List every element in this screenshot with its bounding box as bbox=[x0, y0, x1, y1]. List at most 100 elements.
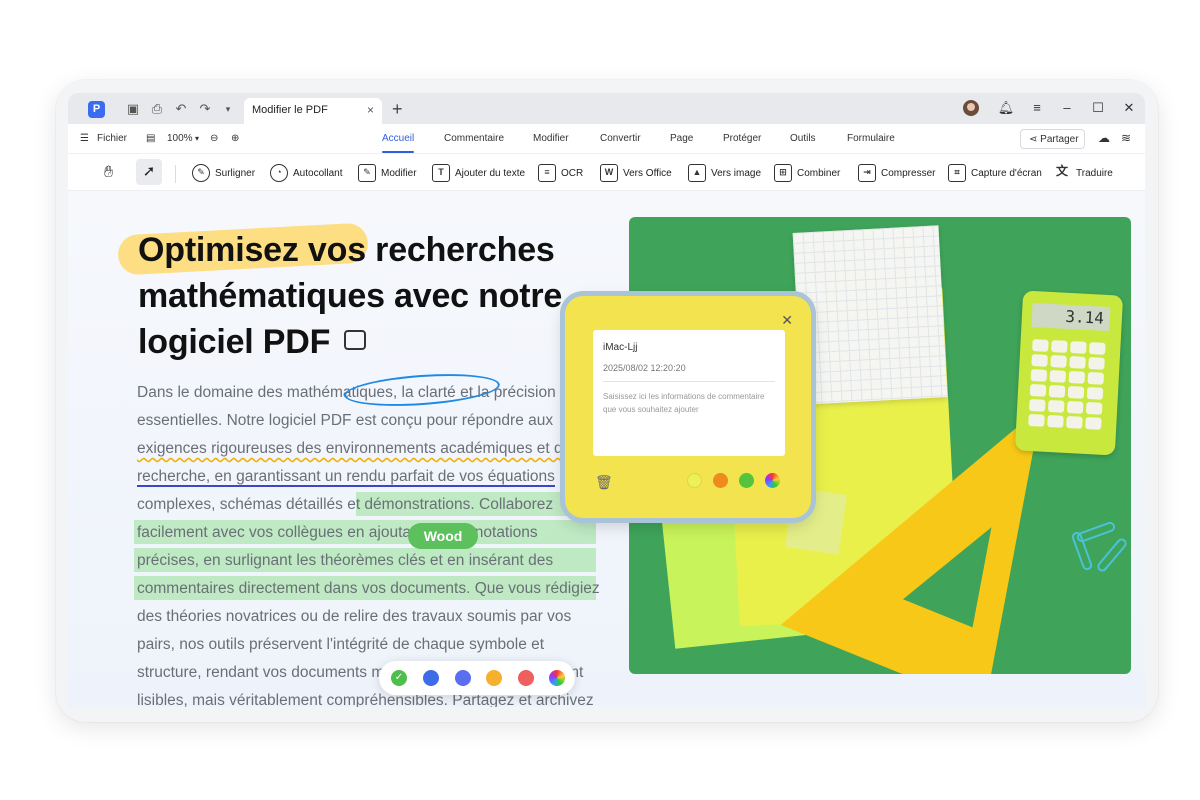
tool-add-text[interactable]: T Ajouter du texte bbox=[432, 163, 525, 183]
menu-bar: ☰ Fichier ▤ 100% ▾ ⊖ ⊕ Accueil Commentai… bbox=[68, 124, 1145, 154]
color-picker: ✓ bbox=[379, 661, 575, 695]
menu-icon[interactable]: ≡ bbox=[1028, 100, 1046, 115]
combine-icon: ⊞ bbox=[774, 164, 792, 182]
paper-clip bbox=[1095, 536, 1129, 574]
comment-card[interactable]: iMac-Ljj 2025/08/02 12:20:20 Saisissez i… bbox=[593, 330, 785, 456]
tool-to-image[interactable]: ▲ Vers image bbox=[688, 163, 761, 183]
tab-accueil[interactable]: Accueil bbox=[382, 133, 414, 144]
add-text-icon: T bbox=[432, 164, 450, 182]
share-icon: ⋖ bbox=[1029, 134, 1041, 145]
tool-label: OCR bbox=[561, 167, 584, 179]
color-swatch-red[interactable] bbox=[518, 670, 534, 686]
trash-icon[interactable]: 🗑︎ bbox=[595, 474, 613, 491]
tool-ocr[interactable]: ≡ OCR bbox=[538, 163, 583, 183]
headline-line: Optimisez vos recherches bbox=[138, 231, 555, 269]
translate-icon: 文 bbox=[1055, 164, 1068, 178]
headline-line: logiciel PDF bbox=[138, 323, 331, 361]
comment-timestamp: 2025/08/02 12:20:20 bbox=[603, 363, 686, 373]
active-tab-indicator bbox=[382, 151, 414, 153]
tool-label: Ajouter du texte bbox=[455, 167, 526, 179]
hamburger-icon[interactable]: ☰ bbox=[80, 133, 89, 144]
tool-label: Traduire bbox=[1076, 167, 1113, 179]
chevron-down-icon[interactable]: ▾ bbox=[220, 101, 236, 117]
comment-color-yellow[interactable] bbox=[687, 473, 702, 488]
comment-input[interactable]: Saisissez ici les informations de commen… bbox=[603, 390, 775, 416]
save-icon[interactable]: ▣ bbox=[125, 101, 141, 117]
tool-label: Surligner bbox=[215, 167, 256, 179]
tool-edit[interactable]: ✎ Modifier bbox=[358, 163, 417, 183]
print-icon[interactable]: ⎙ bbox=[149, 101, 165, 117]
highlight-tag-chip[interactable]: Wood bbox=[408, 523, 478, 549]
new-tab-button[interactable]: + bbox=[392, 99, 403, 120]
collapse-icon[interactable]: ≋ bbox=[1121, 131, 1131, 145]
undo-icon[interactable]: ↶ bbox=[173, 101, 189, 117]
tab-page[interactable]: Page bbox=[670, 133, 693, 144]
tool-sticky-note[interactable]: ◔ Autocollant bbox=[270, 163, 342, 183]
tool-label: Compresser bbox=[881, 167, 936, 179]
color-swatch-blue[interactable] bbox=[423, 670, 439, 686]
calculator-display: 3.14 bbox=[1031, 302, 1111, 332]
app-logo[interactable]: P bbox=[88, 101, 105, 118]
share-button[interactable]: ⋖ Partager bbox=[1020, 129, 1085, 149]
tool-label: Combiner bbox=[797, 167, 841, 179]
body-line: recherche, en garantissant un rendu parf… bbox=[137, 463, 617, 491]
file-menu[interactable]: Fichier bbox=[97, 133, 127, 144]
tool-label: Capture d'écran bbox=[971, 167, 1042, 179]
comment-color-orange[interactable] bbox=[713, 473, 728, 488]
comment-color-green[interactable] bbox=[739, 473, 754, 488]
select-tool-icon[interactable]: ➚ bbox=[136, 159, 162, 185]
bell-icon[interactable]: 🔔︎ bbox=[997, 100, 1015, 116]
screenshot-icon: ⌗ bbox=[948, 164, 966, 182]
avatar[interactable] bbox=[963, 100, 979, 116]
tool-label: Vers Office bbox=[623, 167, 672, 179]
body-line: exigences rigoureuses des environnements… bbox=[137, 440, 572, 457]
zoom-level[interactable]: 100% bbox=[167, 133, 193, 144]
tab-convertir[interactable]: Convertir bbox=[600, 133, 641, 144]
color-swatch-orange[interactable] bbox=[486, 670, 502, 686]
comment-color-wheel-icon[interactable] bbox=[765, 473, 780, 488]
tab-proteger[interactable]: Protéger bbox=[723, 133, 761, 144]
tool-label: Autocollant bbox=[293, 167, 343, 179]
redo-icon[interactable]: ↷ bbox=[197, 101, 213, 117]
share-label: Partager bbox=[1040, 134, 1079, 145]
tool-translate[interactable]: 文 Traduire bbox=[1053, 163, 1113, 183]
compress-icon: ⇥ bbox=[858, 164, 876, 182]
zoom-out-icon[interactable]: ⊖ bbox=[210, 133, 218, 144]
document-headline: Optimisez vos recherches mathématiques a… bbox=[138, 227, 628, 365]
tab-formulaire[interactable]: Formulaire bbox=[847, 133, 895, 144]
tab-modifier[interactable]: Modifier bbox=[533, 133, 569, 144]
comment-divider bbox=[603, 381, 775, 382]
page-view-icon[interactable]: ▤ bbox=[146, 133, 155, 144]
toolbar-divider bbox=[175, 165, 176, 183]
tool-highlight[interactable]: ✎ Surligner bbox=[192, 163, 255, 183]
tool-to-office[interactable]: W Vers Office bbox=[600, 163, 672, 183]
close-comment-icon[interactable]: ✕ bbox=[781, 312, 793, 329]
close-window-icon[interactable]: ✕ bbox=[1120, 100, 1138, 116]
minimize-icon[interactable]: – bbox=[1058, 100, 1076, 115]
tool-combine[interactable]: ⊞ Combiner bbox=[774, 163, 840, 183]
body-line: complexes, schémas détaillés et démonstr… bbox=[137, 496, 554, 513]
maximize-icon[interactable]: ☐ bbox=[1089, 100, 1107, 116]
headline-line: mathématiques avec notre bbox=[138, 277, 563, 315]
tool-label: Vers image bbox=[711, 167, 762, 179]
body-line: précises, en surlignant les théorèmes cl… bbox=[137, 552, 554, 569]
tab-commentaire[interactable]: Commentaire bbox=[444, 133, 504, 144]
color-swatch-green-selected[interactable]: ✓ bbox=[391, 670, 407, 686]
tool-compress[interactable]: ⇥ Compresser bbox=[858, 163, 935, 183]
zoom-in-icon[interactable]: ⊕ bbox=[231, 133, 239, 144]
cloud-icon[interactable]: ☁ bbox=[1098, 131, 1110, 145]
color-swatch-indigo[interactable] bbox=[455, 670, 471, 686]
comment-note-icon[interactable] bbox=[344, 330, 367, 351]
zoom-dropdown-icon[interactable]: ▾ bbox=[195, 134, 199, 143]
document-body: Dans le domaine des mathématiques, la cl… bbox=[137, 379, 617, 707]
tab-outils[interactable]: Outils bbox=[790, 133, 816, 144]
color-wheel-icon[interactable] bbox=[549, 670, 565, 686]
edit-icon: ✎ bbox=[358, 164, 376, 182]
document-tab[interactable]: Modifier le PDF × bbox=[244, 98, 382, 124]
body-line: essentielles. Notre logiciel PDF est con… bbox=[137, 412, 554, 429]
hand-tool-icon[interactable]: ✋︎ bbox=[104, 164, 113, 182]
tool-screenshot[interactable]: ⌗ Capture d'écran bbox=[948, 163, 1042, 183]
body-line: pairs, nos outils préservent l'intégrité… bbox=[137, 636, 545, 653]
title-bar: P ▣ ⎙ ↶ ↷ ▾ Modifier le PDF × + 🔔︎ ≡ – ☐… bbox=[68, 93, 1145, 124]
close-tab-icon[interactable]: × bbox=[367, 103, 374, 117]
